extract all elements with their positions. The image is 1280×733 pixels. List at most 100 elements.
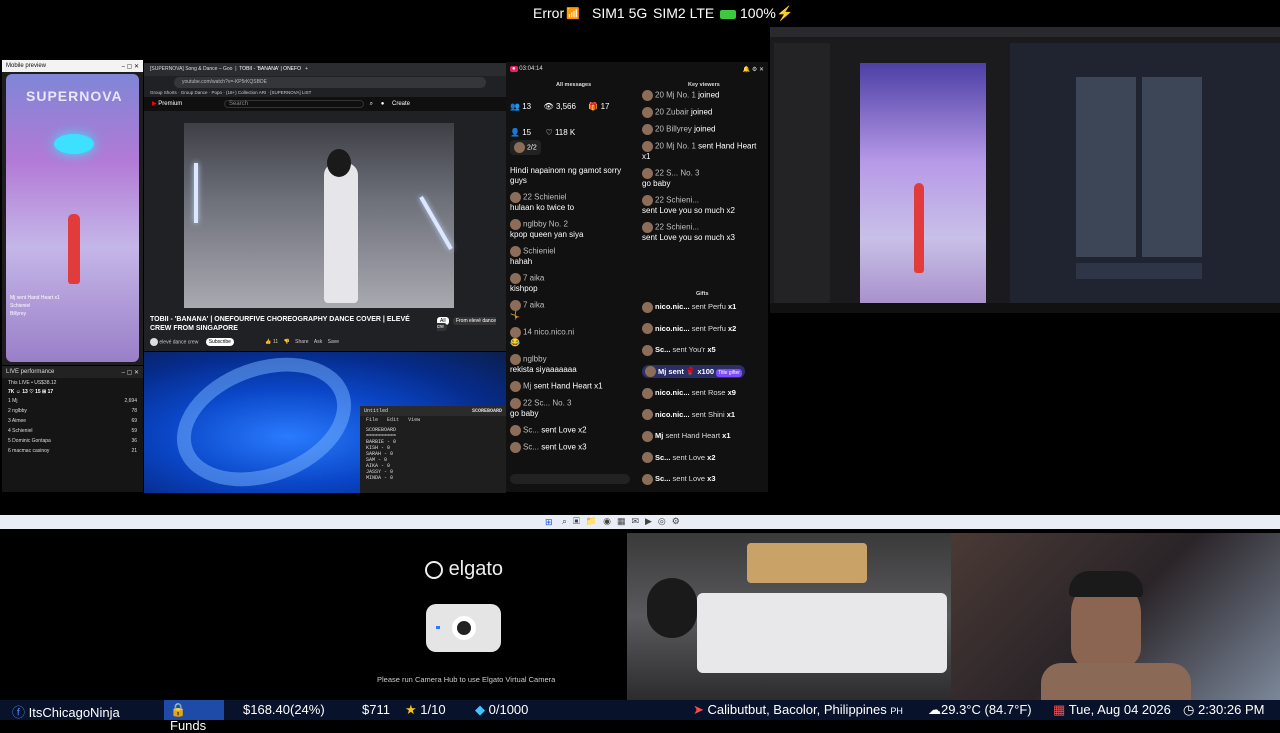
leaderboard-row[interactable]: 5 Dominic Gontapa 36 (2, 436, 143, 446)
chat-message[interactable]: nglbby No. 2 kpop queen yan siya (510, 219, 630, 240)
signal-icon: 📶 (566, 8, 580, 20)
status-bar: Error 📶 SIM1 5G SIM2 LTE 100% ⚡ (0, 0, 1280, 28)
key-viewer-item[interactable]: 22 S... No. 3 go baby (642, 168, 764, 189)
like-button[interactable]: 👍 11 (265, 339, 278, 345)
gift-item[interactable]: nico.nic... sent Shini x1 (642, 404, 764, 426)
gifts-stat: 🎁 17 (588, 102, 610, 111)
mic-icon[interactable]: ● (381, 101, 385, 107)
window-controls-icon[interactable]: – ▢ ✕ (122, 63, 139, 70)
gift-item[interactable]: nico.nic... sent Rose x9 (642, 382, 764, 404)
bookmark-item[interactable]: Group Shorts (150, 90, 177, 95)
save-button[interactable]: Save (328, 339, 339, 345)
leaderboard-row[interactable]: 3 Aimee 69 (2, 416, 143, 426)
chat-message[interactable]: 22 Sc... No. 3 go baby (510, 398, 630, 419)
menu-file[interactable]: File (366, 417, 378, 423)
key-viewer-item[interactable]: 20 Billyrey joined (642, 124, 764, 135)
key-viewer-item[interactable]: 20 Zubair joined (642, 107, 764, 118)
chat-message[interactable]: 7 aika kishpop (510, 273, 630, 294)
remote-browser (1010, 43, 1280, 313)
bookmark-item[interactable]: Group Dance (181, 90, 208, 95)
taskbar-apps[interactable]: ⌕▣📁◉▦✉▶◎⚙ (562, 516, 686, 527)
channel-name[interactable]: elevé dance crew (159, 339, 198, 345)
dancer-figure (68, 214, 80, 284)
chat-message[interactable]: Sc... sent Love x2 (510, 425, 630, 436)
chat-message[interactable]: 14 nico.nico.ni 😂 (510, 327, 630, 348)
leaderboard-row[interactable]: 1 Mj 2,694 (2, 396, 143, 406)
dislike-button[interactable]: 👎 (284, 339, 290, 345)
chat-message[interactable]: Mj sent Hand Heart x1 (510, 381, 630, 392)
gift-item[interactable]: Sc... sent Love x3 (642, 468, 764, 490)
new-tab-button[interactable]: + (305, 66, 308, 72)
key-viewer-item[interactable]: 20 Mj No. 1 sent Hand Heart x1 (642, 141, 764, 162)
key-viewer-item[interactable]: 22 Schieni... sent Love you so much x2 (642, 195, 764, 216)
chat-message[interactable]: Schieniel hahah (510, 246, 630, 267)
battery-level: 100% (740, 5, 776, 21)
browser-tab[interactable]: [SUPERNOVA] Song & Dance – Goo (150, 66, 232, 72)
chat-message[interactable]: 7 aika 🤸 (510, 300, 630, 321)
elgato-name: elgato (448, 558, 504, 580)
notepad-tab[interactable]: SCOREBOARD (472, 408, 502, 414)
mobile-chat-overlay: Mj sent Hand Heart x1 Schieniel Billyrey (10, 294, 60, 318)
youtube-search-input[interactable]: Search (223, 100, 364, 108)
star-icon: ★ (405, 702, 417, 717)
screen-glow (54, 134, 94, 154)
channel-avatar[interactable] (150, 338, 158, 346)
live-performance-titlebar: LIVE performance – ▢ ✕ (2, 366, 143, 378)
remote-taskbar (770, 303, 1280, 313)
chat-message[interactable]: nglbby rekista siyaaaaaaa (510, 354, 630, 375)
gifts-list: nico.nic... sent Perfu x1 nico.nic... se… (638, 296, 768, 490)
gift-item[interactable]: nico.nic... sent Perfu x2 (642, 318, 764, 340)
youtube-brand: Premium (158, 101, 183, 107)
subscribe-button[interactable]: Subscribe (205, 338, 234, 347)
live-performance-title: LIVE performance (6, 369, 55, 375)
person-shirt (1041, 663, 1191, 700)
leaderboard-row[interactable]: 4 Schieniel 59 (2, 426, 143, 436)
video-player[interactable] (184, 123, 454, 308)
notepad-content[interactable]: SCOREBOARD ========== BARBIE - 0 KISH - … (360, 425, 506, 483)
gift-item[interactable]: nico.nic... sent Perfu x1 (642, 296, 764, 318)
mobile-chat-item: Mj sent Hand Heart x1 (10, 295, 60, 301)
key-viewers-list: 20 Mj No. 1 joined 20 Zubair joined 20 B… (638, 90, 768, 249)
chat-message[interactable]: Sc... sent Love x3 (510, 442, 630, 453)
remote-desktop-screen (770, 27, 1280, 313)
viewers-stat: 👥 13 (510, 102, 532, 111)
all-messages-heading: All messages (556, 82, 592, 88)
food-plate (747, 543, 867, 583)
funds-icon: 🔒 (170, 702, 187, 717)
leaderboard-row[interactable]: 6 macmac casinoy 21 (2, 446, 143, 456)
start-icon[interactable]: ⊞ (545, 517, 553, 528)
gift-item[interactable]: Mj sent Hand Heart x1 (642, 425, 764, 447)
gift-item[interactable]: Sc... sent You'r x5 (642, 339, 764, 361)
key-viewer-item[interactable]: 22 Schieni... sent Love you so much x3 (642, 222, 764, 243)
bookmark-item[interactable]: Popo (212, 90, 223, 95)
chat-input[interactable] (510, 474, 630, 484)
window-controls-icon[interactable]: – ▢ ✕ (122, 369, 139, 376)
address-bar[interactable]: youtube.com/watch?v=-KP5rKQSBDE (174, 77, 486, 88)
search-icon[interactable]: ⌕ (370, 101, 373, 107)
key-viewer-item[interactable]: 20 Mj No. 1 joined (642, 90, 764, 101)
diamond-ratio: ◆ 0/1000 (475, 702, 529, 717)
chat-message[interactable]: Hindi napainom ng gamot sorry guys (510, 166, 630, 186)
ask-button[interactable]: Ask (314, 339, 322, 345)
youtube-logo-icon[interactable]: ▶ (152, 101, 157, 107)
error-status: Error (533, 5, 565, 21)
location: ➤ Calibutbut, Bacolor, Philippines PH (693, 702, 903, 717)
pinned-indicator[interactable]: 2/2 (510, 140, 541, 155)
elgato-brand: elgato (425, 558, 503, 581)
share-button[interactable]: Share (295, 339, 308, 345)
bookmark-item[interactable]: (18+) Collection ARI (226, 90, 266, 95)
browser-tab-active[interactable]: TOBII - 'BANANA' | ONEFO (239, 66, 301, 72)
gift-item-highlighted[interactable]: Mj sent 🌹 x100 Title gifter (642, 361, 764, 383)
create-button[interactable]: Create (392, 101, 410, 107)
menu-view[interactable]: View (408, 417, 420, 423)
channel-info: ⓕ ItsChicagoNinja (12, 702, 120, 721)
browser-tab-strip: [SUPERNOVA] Song & Dance – Goo | TOBII -… (144, 63, 506, 76)
gift-item[interactable]: Sc... sent Love x2 (642, 447, 764, 469)
bookmark-item[interactable]: [SUPERNOVA] LIST (270, 90, 311, 95)
remote-titlebar (770, 27, 1280, 37)
leaderboard-row[interactable]: 2 nglbby 78 (2, 406, 143, 416)
views-stat: 👁 3,566 (543, 102, 576, 111)
chat-message[interactable]: 22 Schieniel hulaan ko twice to (510, 192, 630, 213)
dancer-figure (914, 183, 924, 273)
menu-edit[interactable]: Edit (387, 417, 399, 423)
